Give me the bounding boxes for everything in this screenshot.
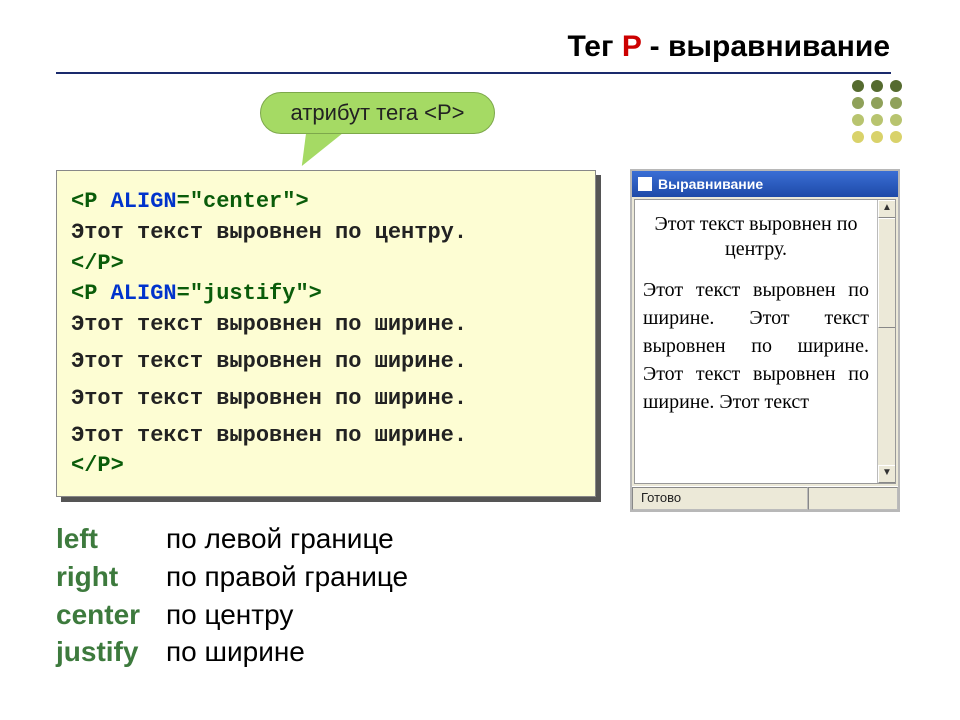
- scroll-down-icon[interactable]: ▼: [878, 465, 896, 483]
- code-line: Этот текст выровнен по ширине.: [71, 384, 581, 415]
- code-block: <P ALIGN="center"> Этот текст выровнен п…: [56, 170, 596, 497]
- status-bar: Готово: [632, 486, 898, 510]
- def-text: по правой границе: [166, 561, 408, 592]
- window-icon: [638, 177, 652, 191]
- def-text: по ширине: [166, 636, 305, 667]
- dot-icon: [852, 97, 864, 109]
- dot-icon: [890, 80, 902, 92]
- centered-paragraph: Этот текст выровнен по центру.: [643, 212, 869, 262]
- callout-tail-icon: [294, 132, 344, 166]
- browser-preview-window: Выравнивание Этот текст выровнен по цент…: [630, 169, 900, 512]
- def-text: по центру: [166, 599, 293, 630]
- title-prefix: Тег: [567, 30, 621, 63]
- dot-icon: [871, 80, 883, 92]
- code-line: Этот текст выровнен по ширине.: [71, 421, 581, 452]
- dot-icon: [890, 114, 902, 126]
- def-text: по левой границе: [166, 523, 394, 554]
- code-line: </P>: [71, 249, 581, 280]
- status-text: Готово: [632, 487, 808, 510]
- title-letter: P: [622, 30, 641, 63]
- title-suffix: - выравнивание: [641, 30, 890, 63]
- code-line: <P ALIGN="justify">: [71, 279, 581, 310]
- code-line: Этот текст выровнен по ширине.: [71, 310, 581, 341]
- dot-icon: [871, 131, 883, 143]
- def-key: justify: [56, 633, 166, 671]
- def-key: left: [56, 520, 166, 558]
- definitions-list: leftпо левой границе rightпо правой гран…: [56, 520, 408, 671]
- status-pane: [808, 487, 898, 510]
- def-row: leftпо левой границе: [56, 520, 408, 558]
- scroll-up-icon[interactable]: ▲: [878, 200, 896, 218]
- def-row: centerпо центру: [56, 596, 408, 634]
- code-line: Этот текст выровнен по ширине.: [71, 347, 581, 378]
- code-line: Этот текст выровнен по центру.: [71, 218, 581, 249]
- scroll-thumb[interactable]: [878, 218, 896, 328]
- window-titlebar[interactable]: Выравнивание: [632, 171, 898, 197]
- def-key: center: [56, 596, 166, 634]
- decorative-dots: [852, 80, 902, 143]
- def-row: rightпо правой границе: [56, 558, 408, 596]
- def-key: right: [56, 558, 166, 596]
- dot-icon: [890, 131, 902, 143]
- code-line: <P ALIGN="center">: [71, 187, 581, 218]
- dot-icon: [852, 80, 864, 92]
- callout-text: атрибут тега <P>: [291, 100, 465, 125]
- slide-title: Тег P - выравнивание: [567, 30, 890, 64]
- title-underline: [56, 72, 891, 74]
- browser-viewport: Этот текст выровнен по центру. Этот текс…: [634, 199, 896, 484]
- code-line: </P>: [71, 451, 581, 482]
- def-row: justifyпо ширине: [56, 633, 408, 671]
- justified-paragraph: Этот текст выровнен по ширине. Этот текс…: [643, 276, 869, 416]
- dot-icon: [890, 97, 902, 109]
- scrollbar[interactable]: ▲ ▼: [877, 200, 895, 483]
- window-title: Выравнивание: [658, 176, 892, 192]
- page-content: Этот текст выровнен по центру. Этот текс…: [635, 200, 877, 483]
- callout-bubble: атрибут тега <P>: [260, 92, 495, 134]
- dot-icon: [871, 97, 883, 109]
- dot-icon: [852, 131, 864, 143]
- dot-icon: [852, 114, 864, 126]
- dot-icon: [871, 114, 883, 126]
